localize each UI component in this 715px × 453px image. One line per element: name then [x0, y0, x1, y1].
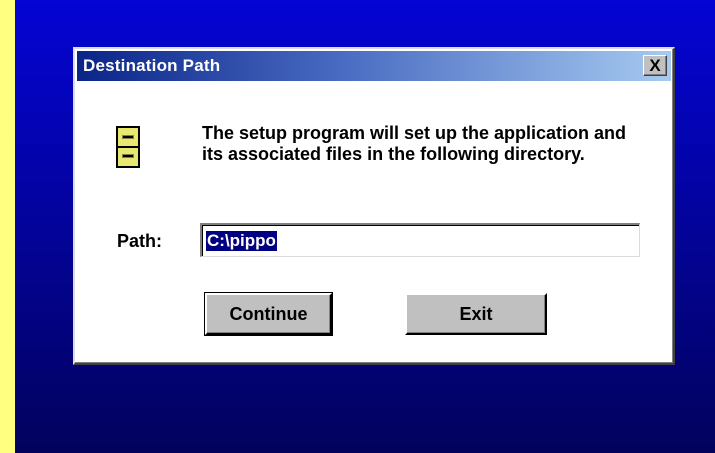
dialog-title: Destination Path [83, 56, 221, 75]
exit-button[interactable]: Exit [405, 293, 547, 335]
instruction-text: The setup program will set up the applic… [202, 123, 627, 164]
file-cabinet-icon [116, 126, 140, 168]
destination-path-dialog: Destination Path X The setup program wil… [73, 47, 675, 365]
title-bar[interactable]: Destination Path X [77, 51, 671, 81]
close-icon: X [649, 56, 661, 75]
path-input[interactable]: C:\pippo [200, 223, 640, 257]
exit-button-label: Exit [459, 303, 493, 324]
continue-button[interactable]: Continue [204, 292, 333, 336]
path-input-value: C:\pippo [206, 230, 277, 251]
close-button[interactable]: X [643, 55, 667, 76]
path-label: Path: [117, 231, 162, 251]
continue-button-label: Continue [229, 303, 308, 324]
